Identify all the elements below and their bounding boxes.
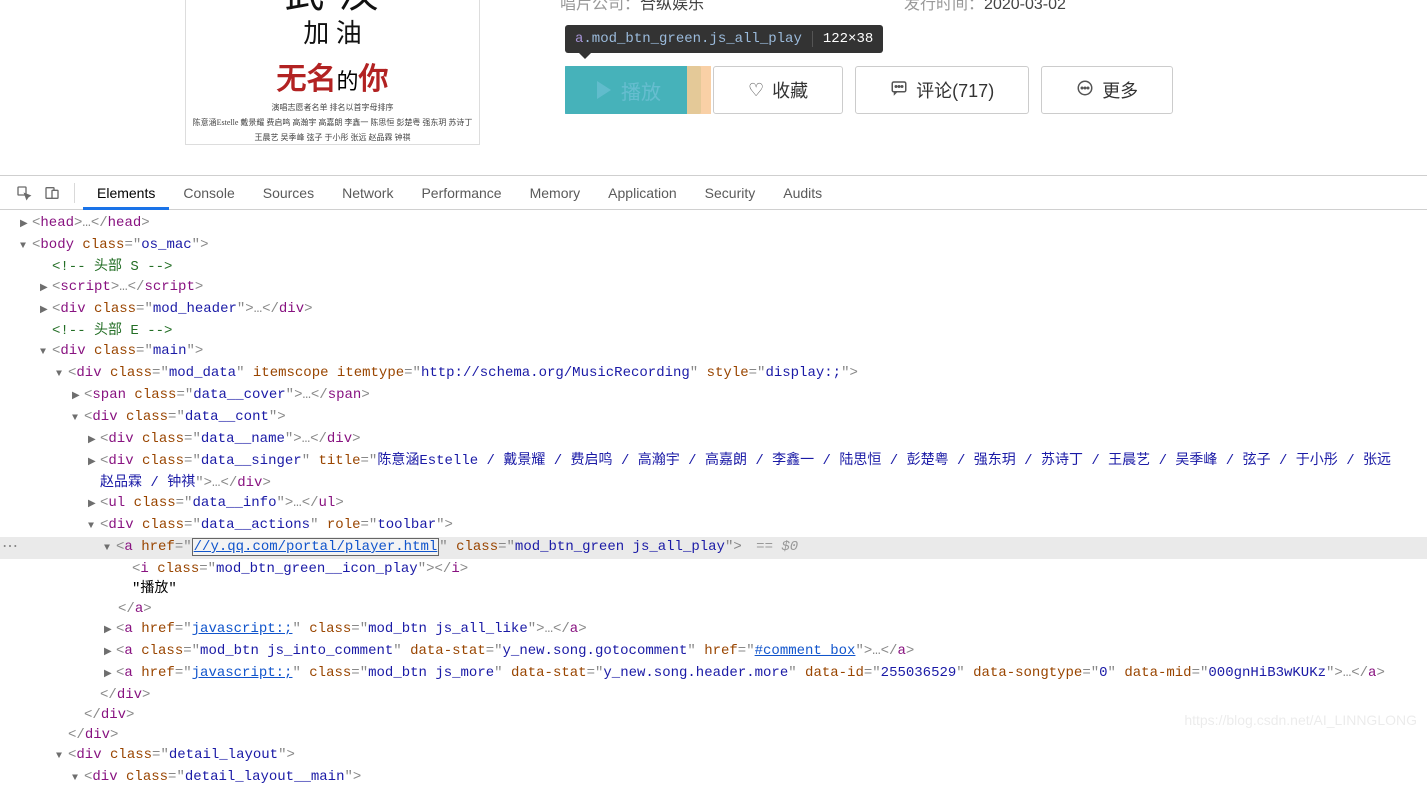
comment-icon [890,79,908,102]
tab-console[interactable]: Console [169,176,248,210]
album-credits2: 陈意涵Estelle 戴景耀 费启鸣 高瀚宇 高嘉朗 李鑫一 陈思恒 彭楚粤 强… [186,117,479,128]
expand-arrow[interactable] [20,213,32,235]
text-node: "播放" [132,581,177,597]
album-title: 无名的你 [186,54,479,98]
info-row: 唱片公司：合纵娱乐 发行时间：2020-03-02 [560,0,1407,14]
more-label: 更多 [1102,77,1138,103]
tab-elements[interactable]: Elements [83,176,169,210]
album-credits3: 王晨艺 吴季峰 弦子 于小彤 张远 赵品霖 钟祺 [186,132,479,143]
heart-icon: ♡ [748,80,764,101]
devtools-tabbar: Elements Console Sources Network Perform… [0,176,1427,210]
more-icon [1076,79,1094,102]
tab-security[interactable]: Security [691,176,770,210]
album-credits1: 演唱志愿者名单 排名以首字母排序 [186,102,479,113]
comment-node: <!-- 头部 S --> [52,259,172,275]
tab-memory[interactable]: Memory [516,176,595,210]
comment-label: 评论(717) [916,77,994,103]
separator [74,183,75,203]
like-button[interactable]: ♡ 收藏 [713,66,843,114]
eq-dollar-zero: == $0 [742,539,798,555]
album-line2: 加 油 [186,13,479,50]
devtools: Elements Console Sources Network Perform… [0,175,1427,795]
tab-performance[interactable]: Performance [407,176,515,210]
play-button[interactable]: 播放 [565,66,701,114]
like-label: 收藏 [772,77,808,103]
tab-application[interactable]: Application [594,176,691,210]
tab-audits[interactable]: Audits [769,176,836,210]
comment-button[interactable]: 评论(717) [855,66,1029,114]
inspect-element-icon[interactable] [10,179,38,207]
inspect-tooltip-dim: 122×38 [812,31,883,47]
tab-network[interactable]: Network [328,176,407,210]
more-button[interactable]: 更多 [1041,66,1173,114]
href-link[interactable]: //y.qq.com/portal/player.html [192,538,440,556]
inspect-tooltip: a.mod_btn_green.js_all_play 122×38 [565,25,883,53]
album-cover: 武 汉 加 油 无名的你 演唱志愿者名单 排名以首字母排序 陈意涵Estelle… [185,0,480,145]
dom-tree[interactable]: <head>…</head> <body class="os_mac"> <!-… [0,210,1427,795]
expand-arrow[interactable] [20,235,32,257]
selected-dom-node[interactable]: ⋯ <a href="//y.qq.com/portal/player.html… [0,537,1427,559]
play-label: 播放 [621,76,661,105]
action-toolbar: 播放 ♡ 收藏 评论(717) 更多 [565,66,1173,114]
tab-sources[interactable]: Sources [249,176,328,210]
play-icon [597,81,611,99]
device-toolbar-icon[interactable] [38,179,66,207]
gutter-ellipsis-icon: ⋯ [2,537,19,557]
